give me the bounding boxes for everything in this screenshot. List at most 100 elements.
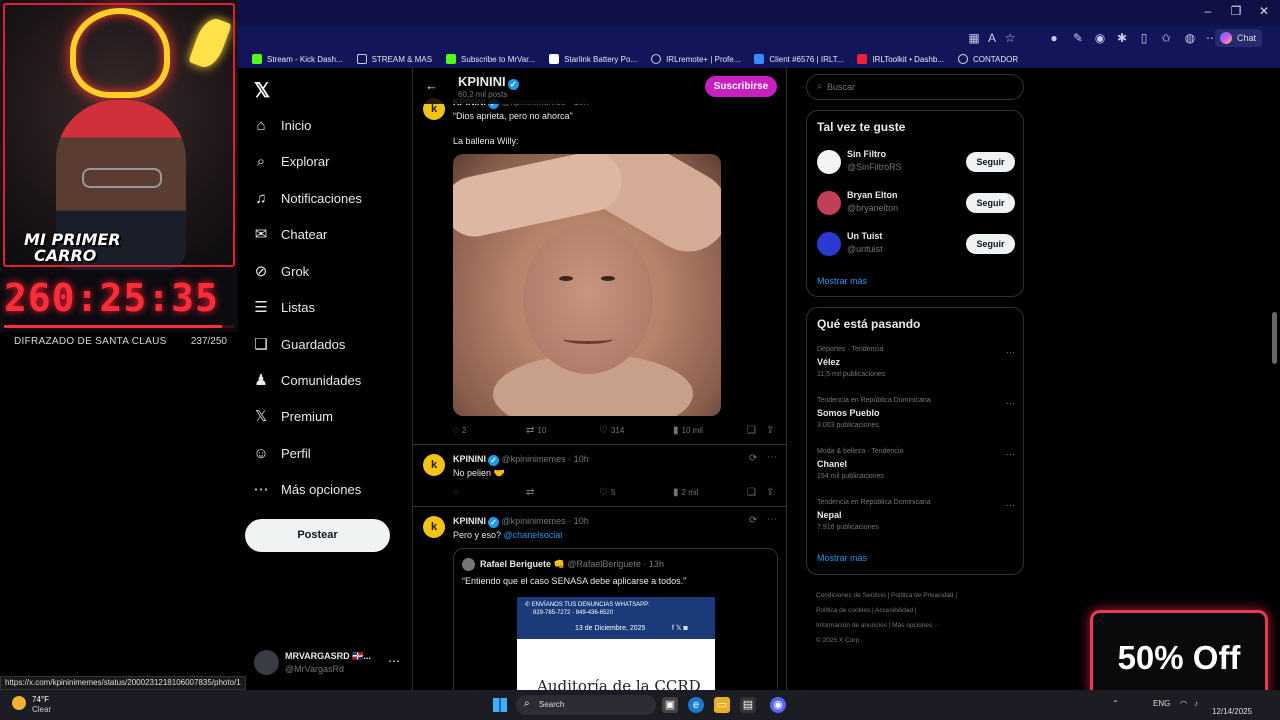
suggestion-row[interactable]: Un Tuist @untuist Seguir [817,229,1017,259]
trend-item[interactable]: Tendencia en República Dominicana Nepal … [817,499,1017,539]
bookmark-item[interactable]: IRLToolkit • Dashb... [857,54,944,64]
views-button[interactable]: ▮ 10 mil [673,425,703,436]
windows-start-icon[interactable] [493,698,507,712]
search-input[interactable] [827,79,1017,95]
views-button[interactable]: ▮ 2 mil [673,487,698,498]
more-icon[interactable]: ⋯ [767,452,777,463]
favorites-icon[interactable]: ✩ [1158,30,1174,46]
tweet-avatar[interactable]: k [423,516,445,538]
nav-item-perfil[interactable]: ☺ Perfil [252,438,310,468]
more-icon[interactable]: ⋯ [388,654,400,668]
copilot-chat-button[interactable]: Chat [1214,29,1262,47]
share-button[interactable]: ⇪ [766,487,777,498]
file-explorer-icon[interactable]: ▭ [714,697,730,713]
retweet-button[interactable]: ⇄ [526,487,537,498]
grok-icon[interactable]: ⟳ [749,515,757,526]
show-more-link[interactable]: Mostrar más [817,553,867,563]
verified-badge-icon: ✓ [507,79,519,90]
more-icon[interactable]: ⋯ [1006,449,1015,460]
footer-link-row[interactable]: Información de anuncios | Más opciones ·… [816,618,1016,633]
nav-item-guardados[interactable]: ❑ Guardados [252,329,345,359]
more-icon[interactable]: ⋯ [767,514,777,525]
quoted-tweet[interactable]: Rafael Beriguete 👊 @RafaelBeriguete · 13… [453,548,778,690]
heart-icon: ♡ [599,425,608,436]
like-button[interactable]: ♡ 314 [599,425,624,436]
clock[interactable]: 12/14/2025 [1212,695,1252,717]
bookmark-item[interactable]: Stream - Kick Dash... [252,54,343,64]
reply-button[interactable]: ◌ [453,487,462,498]
share-button[interactable]: ⇪ [766,425,777,436]
volume-icon[interactable]: ♪ [1194,699,1198,708]
mention-link[interactable]: @chanelsocial [504,530,563,540]
store-icon[interactable]: ▤ [740,697,756,713]
quote-image[interactable]: ✆ ENVÍANOS TUS DENUNCIAS WHATSAPP: 829-7… [517,597,715,690]
nav-item-grok[interactable]: ⊘ Grok [252,256,309,286]
subscribe-button[interactable]: Suscribirse [705,76,777,97]
trend-item[interactable]: Deportes · Tendencia Vélez 11,5 mil publ… [817,346,1017,386]
more-icon[interactable]: ⋯ [1006,398,1015,409]
suggestion-row[interactable]: Sin Filtro @SinFiltroRS Seguir [817,147,1017,177]
bookmark-item[interactable]: CONTADOR [957,54,1018,64]
bookmark-item[interactable]: IRLremote+ | Profe... [651,54,740,64]
puzzle-icon[interactable]: ✱ [1114,30,1130,46]
tray-chevron-icon[interactable]: ⌃ [1112,699,1119,708]
more-icon[interactable]: ⋯ [1006,500,1015,511]
bookmark-item[interactable]: Subscribe to MrVar... [446,54,535,64]
more-icon[interactable]: ⋯ [1006,347,1015,358]
x-logo-icon[interactable]: 𝕏 [254,78,270,103]
scrollbar-thumb[interactable] [1272,312,1277,364]
profile-avatar-icon[interactable]: ◍ [1182,30,1198,46]
trend-item[interactable]: Tendencia en República Dominicana Somos … [817,397,1017,437]
bookmark-item[interactable]: Starlink Battery Po... [549,54,637,64]
maximize-icon[interactable]: ❐ [1226,4,1246,20]
read-aloud-icon[interactable]: A [984,30,1000,46]
task-view-icon[interactable]: ▣ [662,697,678,713]
tweet-author[interactable]: KPININI✓ @kpininimemes · 10h [453,454,589,466]
bookmark-item[interactable]: STREAM & MAS [356,54,432,64]
footer-link-row[interactable]: Condiciones de Servicio | Política de Pr… [816,588,1016,603]
page-scrollbar[interactable] [1270,68,1278,690]
nav-item-más-opciones[interactable]: ⋯ Más opciones [252,474,362,504]
back-arrow-icon[interactable]: ← [425,78,438,93]
like-button[interactable]: ♡ 5 [599,487,615,498]
close-icon[interactable]: ✕ [1254,4,1274,20]
bookmark-button[interactable]: ❑ [747,487,759,498]
search-box[interactable]: ⌕ [806,74,1024,100]
nav-item-inicio[interactable]: ⌂ Inicio [252,110,311,140]
tweet-author[interactable]: KPININI✓ @kpininimemes · 10h [453,516,589,528]
grok-icon[interactable]: ⟳ [749,453,757,464]
language-indicator[interactable]: ENG [1153,699,1170,708]
retweet-button[interactable]: ⇄ 10 [526,425,546,436]
nav-item-premium[interactable]: 𝕏 Premium [252,401,333,431]
nav-item-notificaciones[interactable]: ♫ Notificaciones [252,183,362,213]
extension-icon[interactable]: ● [1046,30,1062,46]
post-button[interactable]: Postear [245,519,390,552]
bookmark-button[interactable]: ❑ [747,425,759,436]
follow-button[interactable]: Seguir [966,193,1015,213]
tweet-image[interactable] [453,154,721,416]
split-screen-icon[interactable]: ▯ [1136,30,1152,46]
bookmark-item[interactable]: Client #6576 | IRLT... [754,54,843,64]
trend-item[interactable]: Moda & belleza · Tendencia Chanel 194 mi… [817,448,1017,488]
nav-item-listas[interactable]: ☰ Listas [252,292,315,322]
favorite-star-icon[interactable]: ☆ [1002,30,1018,46]
tweet-avatar[interactable]: k [423,454,445,476]
wifi-icon[interactable]: ◠ [1180,699,1187,708]
record-icon[interactable]: ◉ [1092,30,1108,46]
taskbar-search[interactable]: ⌕ Search [516,695,656,715]
minimize-icon[interactable]: – [1198,4,1218,20]
follow-button[interactable]: Seguir [966,152,1015,172]
nav-item-chatear[interactable]: ✉ Chatear [252,219,328,249]
grid-icon[interactable]: ▦ [966,30,982,46]
footer-link-row[interactable]: Política de cookies | Accesibilidad | [816,603,1016,618]
reply-button[interactable]: ◌ 2 [453,425,466,436]
nav-item-comunidades[interactable]: ♟ Comunidades [252,365,361,395]
pen-icon[interactable]: ✎ [1070,30,1086,46]
suggestion-row[interactable]: Bryan Elton @bryanelton Seguir [817,188,1017,218]
follow-button[interactable]: Seguir [966,234,1015,254]
show-more-link[interactable]: Mostrar más [817,276,867,286]
account-switcher[interactable]: MRVARGASRD 🇩🇴... @MrVargasRd ⋯ [254,648,414,678]
edge-icon[interactable]: e [688,697,704,713]
nav-item-explorar[interactable]: ⌕ Explorar [252,146,330,176]
discord-icon[interactable]: ◉ [770,697,786,713]
